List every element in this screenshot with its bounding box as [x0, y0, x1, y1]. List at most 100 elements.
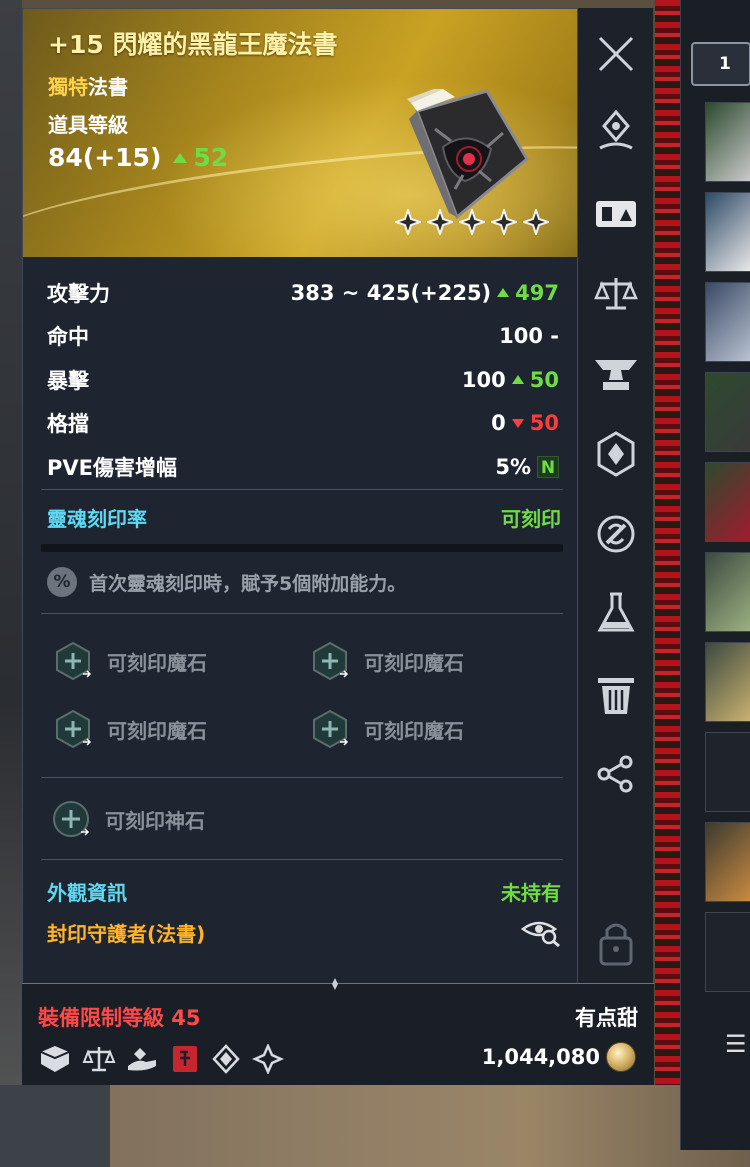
inventory-slot-ring[interactable] [705, 822, 750, 902]
inventory-slot-pants[interactable] [705, 372, 750, 452]
compare-button[interactable] [578, 184, 654, 244]
inventory-slot-necklace[interactable] [705, 642, 750, 722]
stat-row-block: 格擋 0 50 [23, 402, 577, 446]
manastone-slot[interactable]: 可刻印魔石 [53, 641, 207, 681]
empty-manastone-icon [313, 641, 349, 681]
background-rock [0, 1085, 110, 1167]
soul-bind-button[interactable] [578, 504, 654, 564]
inventory-slot-cloak[interactable] [705, 462, 750, 542]
inventory-slot-mask[interactable] [705, 192, 750, 272]
inventory-tab-1[interactable]: 1 [691, 42, 750, 86]
skin-row: 封印守護者(法書) [47, 917, 561, 947]
share-button[interactable] [578, 744, 654, 804]
soul-binding-note-text: 首次靈魂刻印時，賦予5個附加能力。 [89, 572, 407, 595]
appearance-status: 未持有 [501, 881, 561, 905]
stat-diff: 50 [529, 367, 559, 392]
arrow-up-icon [173, 152, 188, 163]
socket-label: 可刻印魔石 [107, 650, 207, 675]
action-rail [578, 8, 654, 983]
enhance-button[interactable] [578, 344, 654, 404]
empty-manastone-icon [56, 709, 92, 749]
background-flowers [655, 0, 680, 1167]
stat-label: 格擋 [47, 412, 89, 437]
extract-button[interactable] [578, 584, 654, 644]
inventory-slot-helmet[interactable] [705, 102, 750, 182]
item-rarity: 獨特 [48, 75, 88, 99]
soul-binding-note: % 首次靈魂刻印時，賦予5個附加能力。 [47, 567, 406, 597]
book-bind-icon [173, 1046, 197, 1072]
required-level: 裝備限制等級 45 [38, 1006, 201, 1030]
godstone-slot[interactable]: 可刻印神石 [51, 799, 205, 839]
compare-icon [596, 201, 636, 227]
arrow-down-icon [511, 418, 524, 428]
soul-bind-icon [597, 515, 635, 553]
item-level-label: 道具等級 [48, 113, 128, 137]
inventory-slot-ring-empty[interactable] [705, 732, 750, 812]
price-value: 1,044,080 [481, 1045, 600, 1069]
stat-value: 100 - [499, 324, 559, 348]
star-diamond-icon [459, 209, 485, 235]
empty-manastone-icon [313, 709, 349, 749]
arrow-up-icon [497, 288, 510, 298]
preview-eye-icon[interactable] [521, 917, 561, 947]
background-ground [0, 1085, 750, 1167]
potion-icon [597, 592, 635, 632]
manastone-slot[interactable]: 可刻印魔石 [53, 709, 207, 749]
list-menu-icon[interactable]: ☰ [725, 1030, 747, 1058]
discard-button[interactable] [578, 664, 654, 724]
sparkle-diamond-icon [252, 1044, 284, 1074]
stat-value-text: 0 [491, 411, 506, 436]
close-icon [598, 36, 634, 72]
manastone-slot[interactable]: 可刻印魔石 [310, 641, 464, 681]
lock-button[interactable] [578, 912, 654, 972]
tooltip-footer: 裝備限制等級 45 有点甜 1,044,080 [22, 978, 654, 1085]
cube-icon [40, 1046, 70, 1072]
background-left [0, 0, 22, 1167]
item-level-diff: 52 [173, 143, 228, 172]
stat-value: 383 ~ 425(+225) 497 [291, 281, 559, 305]
item-header: +15 閃耀的黑龍王魔法書 獨特法書 道具等級 84(+15) 52 [23, 9, 577, 257]
stat-row-crit: 暴擊 100 50 [23, 358, 577, 402]
socket-label: 可刻印魔石 [107, 718, 207, 743]
inventory-slot-earring[interactable] [705, 552, 750, 632]
enchant-icon [597, 431, 635, 477]
stat-value-text: 100 - [499, 324, 559, 349]
dual-diamond-icon [212, 1044, 240, 1074]
stat-value-text: 100 [461, 367, 506, 392]
enchant-button[interactable] [578, 424, 654, 484]
stat-diff: 50 [529, 411, 559, 436]
inventory-slot-bracelet-empty[interactable] [705, 912, 750, 992]
inventory-slot-armor[interactable] [705, 282, 750, 362]
hand-give-icon [128, 1048, 156, 1071]
item-category: 法書 [88, 75, 128, 99]
divider [41, 859, 563, 860]
stat-row-attack: 攻擊力 383 ~ 425(+225) 497 [23, 271, 577, 315]
kinah-coin-icon [606, 1042, 636, 1072]
lock-icon [599, 923, 633, 966]
soul-binding-bar [41, 544, 563, 552]
stat-value: 0 50 [491, 411, 559, 435]
divider [41, 489, 563, 490]
seller-name: 有点甜 [575, 1006, 638, 1030]
stat-diff: 497 [515, 280, 559, 305]
stat-value: 100 50 [462, 368, 559, 392]
locate-button[interactable] [578, 102, 654, 162]
stat-label: 命中 [47, 325, 89, 350]
empty-manastone-icon [56, 641, 92, 681]
inventory-panel: 1 ☰ [680, 0, 750, 1150]
divider [41, 613, 563, 614]
manastone-slot[interactable]: 可刻印魔石 [310, 709, 464, 749]
enchant-stars [395, 209, 549, 235]
trade-button[interactable] [578, 264, 654, 324]
sell-price: 1,044,080 [482, 1042, 636, 1072]
stat-label: 攻擊力 [47, 281, 110, 306]
soul-binding-status: 可刻印 [501, 507, 561, 531]
item-tooltip: +15 閃耀的黑龍王魔法書 獨特法書 道具等級 84(+15) 52 攻擊力 3… [22, 8, 578, 1085]
stat-row-pve: PVE傷害增幅 5% N [23, 445, 577, 489]
stat-label: PVE傷害增幅 [47, 455, 177, 480]
close-button[interactable] [578, 24, 654, 84]
soul-binding-label: 靈魂刻印率 [47, 507, 147, 531]
location-pin-icon [599, 110, 633, 150]
soul-binding-row: 靈魂刻印率 可刻印 [47, 503, 561, 532]
star-diamond-icon [395, 209, 421, 235]
